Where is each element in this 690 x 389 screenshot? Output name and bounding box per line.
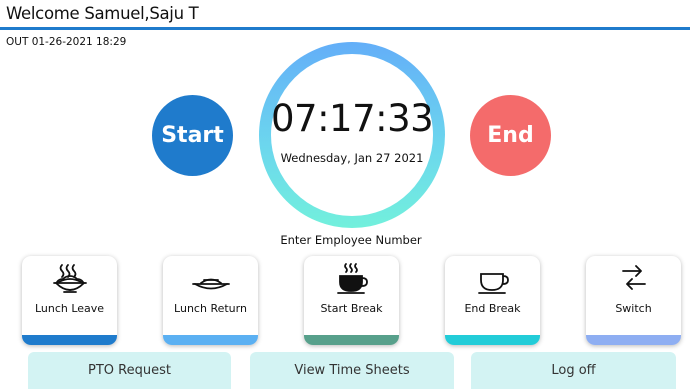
- clock-face: 07:17:33 Wednesday, Jan 27 2021: [271, 54, 434, 216]
- tile-color-bar: [586, 335, 681, 345]
- empty-plate-icon: [163, 262, 258, 296]
- tile-label: Start Break: [320, 302, 383, 315]
- last-punch-status: OUT 01-26-2021 18:29: [6, 36, 127, 48]
- tile-color-bar: [304, 335, 399, 345]
- lunch-leave-button[interactable]: Lunch Leave: [22, 256, 117, 345]
- clock-date: Wednesday, Jan 27 2021: [280, 151, 424, 165]
- start-break-button[interactable]: Start Break: [304, 256, 399, 345]
- welcome-title: Welcome Samuel,Saju T: [6, 4, 199, 23]
- tile-color-bar: [22, 335, 117, 345]
- lunch-return-button[interactable]: Lunch Return: [163, 256, 258, 345]
- steaming-cup-icon: [304, 262, 399, 296]
- tile-color-bar: [445, 335, 540, 345]
- header-divider: [0, 27, 690, 30]
- tile-label: End Break: [464, 302, 521, 315]
- empty-cup-icon: [445, 262, 540, 296]
- tile-label: Switch: [615, 302, 652, 315]
- clock-ring: 07:17:33 Wednesday, Jan 27 2021: [259, 42, 445, 228]
- start-button[interactable]: Start: [152, 95, 233, 176]
- log-off-button[interactable]: Log off: [471, 352, 676, 389]
- tile-label: Lunch Leave: [34, 302, 105, 315]
- tile-label: Lunch Return: [174, 302, 247, 315]
- pto-request-button[interactable]: PTO Request: [28, 352, 231, 389]
- end-break-button[interactable]: End Break: [445, 256, 540, 345]
- steaming-noodle-bowl-icon: [22, 262, 117, 296]
- view-time-sheets-button[interactable]: View Time Sheets: [250, 352, 454, 389]
- switch-button[interactable]: Switch: [586, 256, 681, 345]
- end-button[interactable]: End: [470, 95, 551, 176]
- employee-number-prompt[interactable]: Enter Employee Number: [0, 233, 690, 247]
- clock-time: 07:17:33: [271, 97, 434, 140]
- tile-color-bar: [163, 335, 258, 345]
- swap-arrows-icon: [586, 262, 681, 296]
